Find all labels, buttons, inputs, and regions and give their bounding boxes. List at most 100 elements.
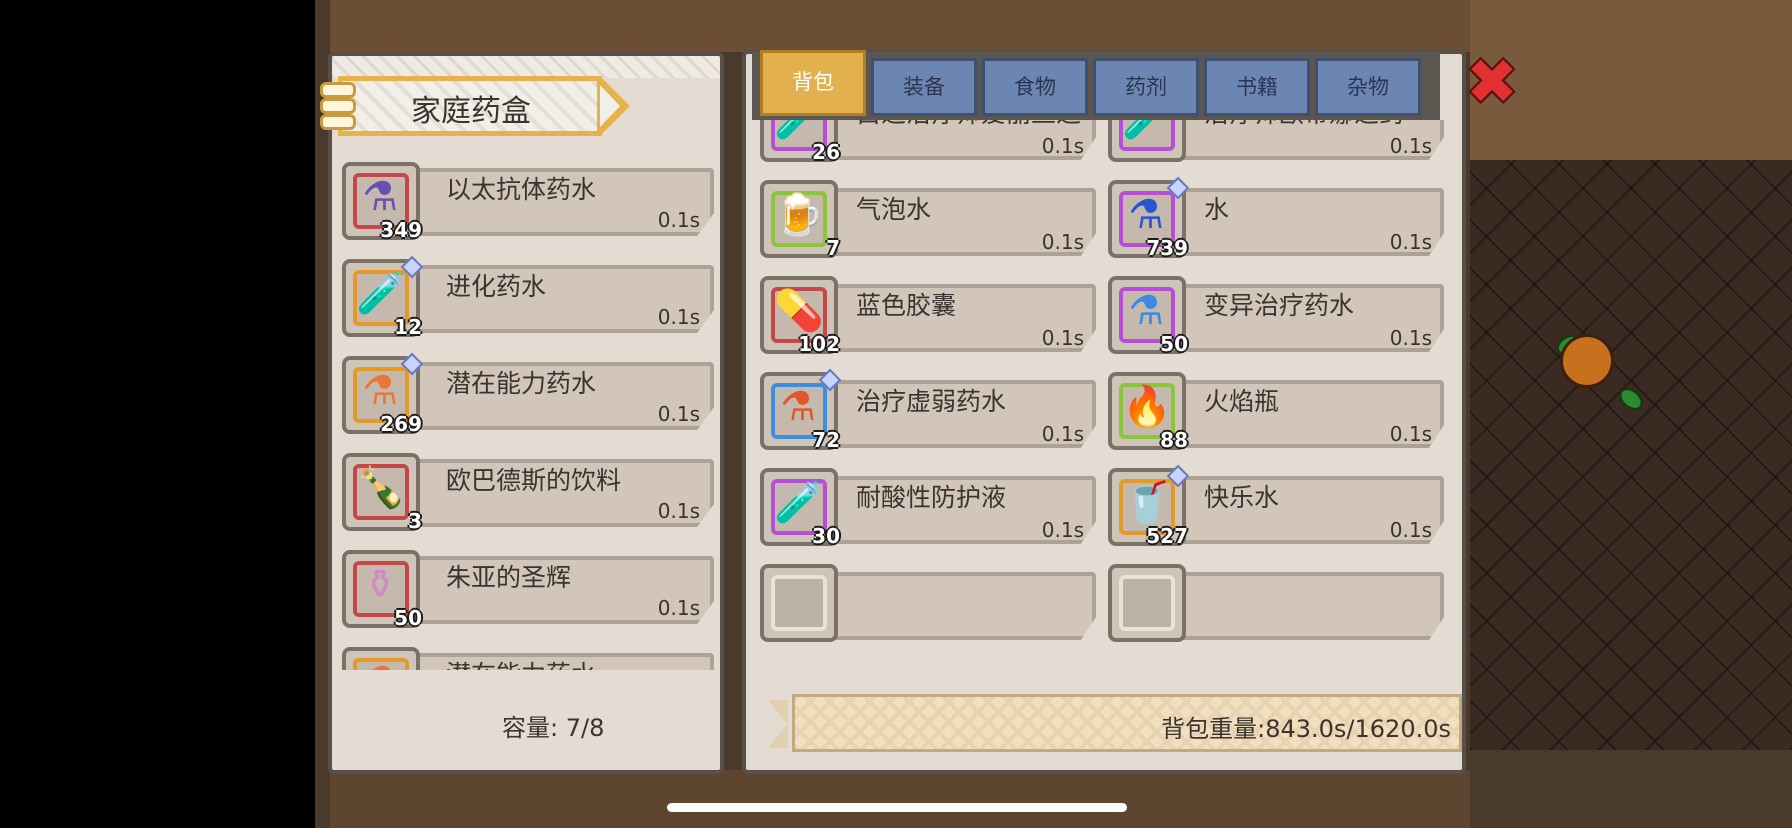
inventory-item[interactable]: 🧪 治疗师欧蒂娜之药 0.1s <box>1104 120 1448 168</box>
item-name: 欧巴德斯的饮料 <box>446 466 622 495</box>
room-wall <box>330 0 1470 52</box>
use-time: 0.1s <box>1389 230 1432 254</box>
banner-tip-inner <box>600 85 620 127</box>
capacity-label: 容量: 7/8 <box>502 714 605 742</box>
inventory-item[interactable]: 🧪 30 耐酸性防护液 0.1s <box>756 462 1100 552</box>
item-name: 水 <box>1204 195 1230 224</box>
item-slot[interactable]: 🧪 <box>1108 120 1186 162</box>
item-name: 以太抗体药水 <box>446 175 597 204</box>
item-slot[interactable]: 🔥 88 <box>1108 372 1188 452</box>
item-name: 耐酸性防护液 <box>856 483 1007 512</box>
item-count: 102 <box>798 332 840 356</box>
page-title: 家庭药盒 <box>411 94 531 129</box>
use-time: 0.1s <box>657 596 700 620</box>
item-slot[interactable]: ⚗ <box>342 647 420 670</box>
use-time: 0.1s <box>657 208 700 232</box>
item-name: 火焰瓶 <box>1204 387 1280 416</box>
use-time: 0.1s <box>657 499 700 523</box>
item-name: 进化药水 <box>446 272 547 301</box>
item-bar <box>1142 572 1444 640</box>
banner-body: 背包重量:843.0s/1620.0s <box>792 694 1462 752</box>
orange-flask-icon: ⚗ <box>362 368 398 414</box>
item-slot[interactable]: 🥤 527 <box>1108 464 1190 548</box>
empty-slot-icon <box>774 574 822 624</box>
use-time: 0.1s <box>657 305 700 329</box>
item-count: 72 <box>812 428 840 452</box>
inventory-grid[interactable]: 🧪26白之治疗师爱丽丝之0.1s🧪治疗师欧蒂娜之药0.1s🍺7气泡水0.1s⚗7… <box>752 120 1452 680</box>
room-floor-bottom <box>330 770 1470 828</box>
home-indicator[interactable] <box>667 803 1127 812</box>
use-time: 0.1s <box>1041 326 1084 350</box>
empty-slot-icon <box>1122 574 1170 624</box>
inventory-item[interactable]: ⚗ 50 变异治疗药水 0.1s <box>1104 270 1448 360</box>
tab-food[interactable]: 食物 <box>982 58 1088 116</box>
item-name: 潜在能力药水 <box>446 655 706 670</box>
purple-vial-icon: 🧪 <box>356 271 406 317</box>
bag-weight-label: 背包重量:843.0s/1620.0s <box>1161 715 1451 743</box>
empty-slot[interactable] <box>756 558 1100 648</box>
list-item[interactable]: 🧪 12 进化药水 0.1s <box>338 253 718 339</box>
item-count: 269 <box>380 412 422 436</box>
item-count: 30 <box>812 524 840 548</box>
item-slot[interactable]: 🧪 12 <box>342 255 424 339</box>
item-slot[interactable]: 🍺 7 <box>760 180 840 260</box>
item-count: 3 <box>408 509 422 533</box>
medicine-box-list[interactable]: ⚗ 349 以太抗体药水 0.1s 🧪 12 进化药水 0.1s ⚗ 269 潜在能力药水 0.1s 🍾… <box>338 156 718 670</box>
tab-equipment[interactable]: 装备 <box>871 58 977 116</box>
use-time: 0.1s <box>1389 134 1432 158</box>
inventory-item[interactable]: ⚗ 739 水 0.1s <box>1104 174 1448 264</box>
item-count: 12 <box>394 315 422 339</box>
close-icon[interactable]: ✖ <box>1466 51 1518 113</box>
inventory-item[interactable]: 🥤 527 快乐水 0.1s <box>1104 462 1448 552</box>
use-time: 0.1s <box>1389 518 1432 542</box>
item-name: 变异治疗药水 <box>1204 291 1355 320</box>
beer-mug-icon: 🍺 <box>774 192 824 238</box>
inventory-item[interactable]: 🔥 88 火焰瓶 0.1s <box>1104 366 1448 456</box>
item-slot[interactable]: ⚗ 739 <box>1108 176 1190 260</box>
blue-vial-icon: 🧪 <box>774 480 824 526</box>
inventory-item[interactable]: 💊 102 蓝色胶囊 0.1s <box>756 270 1100 360</box>
item-slot[interactable]: 🍾 3 <box>342 453 422 533</box>
cola-bottle-icon: 🍾 <box>356 465 406 511</box>
item-count: 26 <box>812 140 840 164</box>
tab-misc[interactable]: 杂物 <box>1315 58 1421 116</box>
item-name: 朱亚的圣辉 <box>446 563 572 592</box>
list-item[interactable]: ⚗ 269 潜在能力药水 0.1s <box>338 350 718 436</box>
list-item[interactable]: ⚗ 349 以太抗体药水 0.1s <box>338 156 718 242</box>
item-slot[interactable] <box>1108 564 1186 642</box>
tab-books[interactable]: 书籍 <box>1204 58 1310 116</box>
room-wall-right <box>1470 0 1792 164</box>
item-slot[interactable]: ⚗ 72 <box>760 368 842 452</box>
purple-flask-icon: ⚗ <box>362 174 398 220</box>
red-vial-icon: 🧪 <box>1122 120 1172 144</box>
tab-bag[interactable]: 背包 <box>760 50 866 116</box>
item-name: 治疗虚弱药水 <box>856 387 1007 416</box>
item-slot[interactable]: 🧪26 <box>760 120 840 164</box>
soda-bottle-icon: 🥤 <box>1122 480 1172 526</box>
empty-slot[interactable] <box>1104 558 1448 648</box>
use-time: 0.1s <box>657 402 700 426</box>
blue-flask-icon: ⚗ <box>1128 192 1164 238</box>
use-time: 0.1s <box>1041 422 1084 446</box>
use-time: 0.1s <box>1389 326 1432 350</box>
item-slot[interactable]: ⚗ 349 <box>342 162 422 242</box>
inventory-item[interactable]: 🍺 7 气泡水 0.1s <box>756 174 1100 264</box>
item-slot[interactable]: ⚗ 269 <box>342 352 424 436</box>
inventory-item[interactable]: ⚗ 72 治疗虚弱药水 0.1s <box>756 366 1100 456</box>
item-slot[interactable]: ⚱ 50 <box>342 550 422 630</box>
item-slot[interactable] <box>760 564 838 642</box>
item-slot[interactable]: 💊 102 <box>760 276 840 356</box>
medicine-box-title-banner: 家庭药盒 <box>320 72 638 144</box>
use-time: 0.1s <box>1389 422 1432 446</box>
tab-potion[interactable]: 药剂 <box>1093 58 1199 116</box>
item-slot[interactable]: 🧪 30 <box>760 468 840 548</box>
inventory-item[interactable]: 🧪26 白之治疗师爱丽丝之 0.1s <box>756 120 1100 168</box>
item-count: 739 <box>1146 236 1188 260</box>
list-item[interactable]: ⚗ 潜在能力药水 <box>338 641 718 670</box>
pumpkin-creature-icon <box>1560 334 1614 388</box>
item-name: 治疗师欧蒂娜之药 <box>1204 120 1438 130</box>
list-item[interactable]: 🍾 3 欧巴德斯的饮料 0.1s <box>338 447 718 533</box>
use-time: 0.1s <box>1041 518 1084 542</box>
list-item[interactable]: ⚱ 50 朱亚的圣辉 0.1s <box>338 544 718 630</box>
item-slot[interactable]: ⚗ 50 <box>1108 276 1188 356</box>
